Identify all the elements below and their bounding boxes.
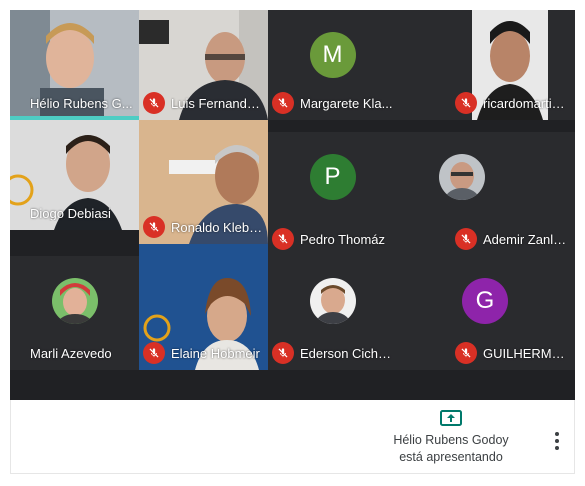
participant-name: Marli Azevedo	[30, 345, 112, 361]
participant-tile-diogo[interactable]: Diogo Debiasi	[10, 120, 139, 230]
participant-tile-margarete[interactable]: M Margarete Kla...	[268, 10, 397, 120]
mic-off-icon	[455, 342, 477, 364]
participant-label: Marli Azevedo	[14, 342, 135, 364]
participant-name: GUILHERME N...	[483, 345, 571, 361]
participant-tile-pedro[interactable]: P Pedro Thomáz	[268, 132, 397, 256]
participant-tile-ederson[interactable]: Ederson Cicha...	[268, 256, 397, 370]
participant-label: Hélio Rubens G...	[14, 92, 135, 114]
participant-label: Elaine Hobmeir	[143, 342, 264, 364]
participant-tile-ricardo[interactable]: ricardomartins...	[397, 10, 575, 120]
presenter-name: Hélio Rubens Godoy	[393, 433, 509, 447]
avatar: P	[309, 154, 356, 200]
participant-tile-ademir[interactable]: Ademir Zanlore...	[397, 132, 575, 256]
present-screen-icon	[440, 410, 462, 428]
participant-name: Margarete Kla...	[300, 95, 393, 111]
participant-label: Ademir Zanlore...	[455, 228, 571, 250]
participant-tile-elaine[interactable]: Elaine Hobmeir	[139, 244, 268, 370]
participant-name: Luis Fernando ...	[171, 95, 264, 111]
mic-off-icon	[143, 342, 165, 364]
participant-tile-marli[interactable]: Marli Azevedo	[10, 256, 139, 370]
presenting-status: está apresentando	[399, 450, 503, 464]
participant-label: Ederson Cicha...	[272, 342, 393, 364]
avatar	[309, 278, 356, 324]
participant-label: Ronaldo Kleber...	[143, 216, 264, 238]
participant-label: Diogo Debiasi	[14, 202, 135, 224]
mic-off-icon	[455, 228, 477, 250]
avatar: M	[309, 32, 356, 78]
participant-name: ricardomartins...	[483, 95, 571, 111]
participant-name: Ederson Cicha...	[300, 345, 393, 361]
participant-label: ricardomartins...	[455, 92, 571, 114]
participant-name: Ademir Zanlore...	[483, 231, 571, 247]
mic-off-icon	[143, 92, 165, 114]
avatar: G	[462, 278, 508, 324]
participant-name: Ronaldo Kleber...	[171, 219, 264, 235]
participant-label: Margarete Kla...	[272, 92, 393, 114]
participant-label: Pedro Thomáz	[272, 228, 393, 250]
mic-off-icon	[272, 342, 294, 364]
participant-tile-helio[interactable]: Hélio Rubens G...	[10, 10, 139, 120]
participant-label: Luis Fernando ...	[143, 92, 264, 114]
mic-off-icon	[143, 216, 165, 238]
more-vert-icon[interactable]	[554, 432, 560, 452]
avatar	[51, 278, 98, 324]
mic-off-icon	[455, 92, 477, 114]
bottom-strip	[10, 370, 575, 400]
participant-name: Elaine Hobmeir	[171, 345, 260, 361]
participant-name: Hélio Rubens G...	[30, 95, 133, 111]
participant-tile-luis[interactable]: Luis Fernando ...	[139, 10, 268, 120]
participant-name: Diogo Debiasi	[30, 205, 111, 221]
presentation-footer: Hélio Rubens Godoy está apresentando	[10, 400, 575, 474]
mic-off-icon	[272, 92, 294, 114]
mic-off-icon	[272, 228, 294, 250]
participant-name: Pedro Thomáz	[300, 231, 386, 247]
participant-grid: Hélio Rubens G... Luis Fernando ... M Ma…	[10, 10, 575, 370]
presenting-indicator[interactable]: Hélio Rubens Godoy está apresentando	[381, 410, 521, 466]
avatar	[439, 154, 485, 200]
participant-label: GUILHERME N...	[455, 342, 571, 364]
participant-tile-ronaldo[interactable]: Ronaldo Kleber...	[139, 120, 268, 244]
participant-tile-guilherme[interactable]: G GUILHERME N...	[397, 256, 575, 370]
